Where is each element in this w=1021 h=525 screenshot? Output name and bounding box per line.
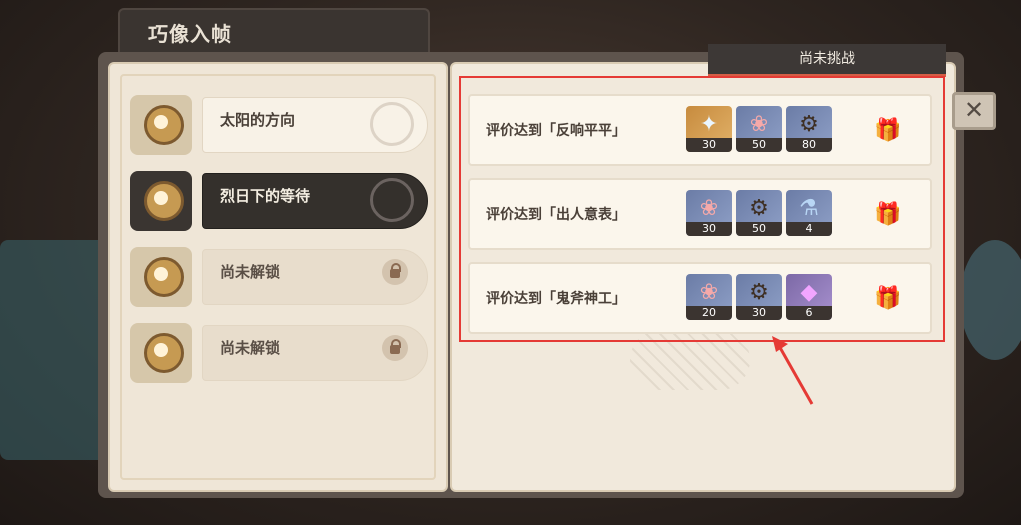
automaton-icon [130,247,192,307]
close-icon: ✕ [963,96,985,124]
automaton-icon [130,95,192,155]
level-label: 尚未解锁 [220,339,281,357]
status-banner: 尚未挑战 [708,44,946,77]
level-label: 太阳的方向 [220,111,296,129]
level-label: 烈日下的等待 [220,187,311,205]
background-decor-left [0,240,110,460]
arrow-annotation [772,336,814,405]
level-item-locked-2[interactable]: 尚未解锁 [128,321,428,383]
automaton-icon [130,323,192,383]
level-item-locked-1[interactable]: 尚未解锁 [128,245,428,307]
level-label: 尚未解锁 [220,263,281,281]
highlight-box [459,76,945,342]
page-title: 巧像入帧 [148,22,232,46]
level-item-sun-direction[interactable]: 太阳的方向 [128,93,428,155]
lock-icon [382,335,408,361]
close-button[interactable]: ✕ [952,92,996,130]
automaton-icon [130,171,192,231]
level-item-waiting-sun[interactable]: 烈日下的等待 [128,169,428,231]
lock-icon [382,259,408,285]
emblem-icon [370,102,414,146]
emblem-icon [370,178,414,222]
background-decor-right [960,240,1021,360]
